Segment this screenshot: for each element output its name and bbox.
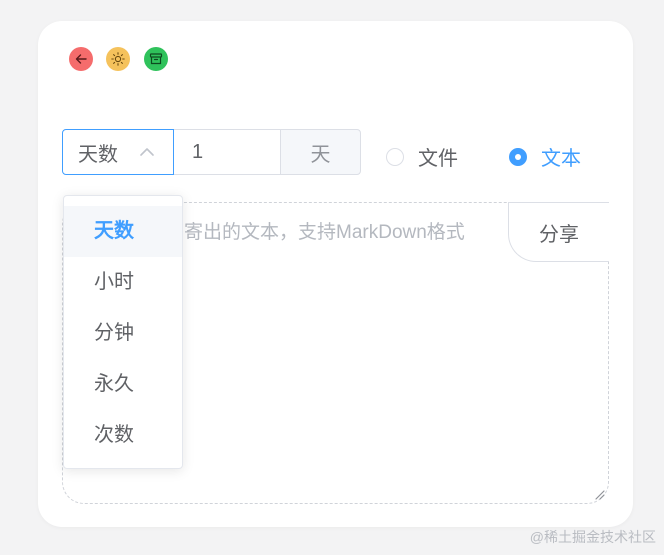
expiry-type-value: 天数 — [78, 143, 118, 166]
expiry-unit-label: 天 — [280, 129, 361, 175]
textarea-placeholder: 寄出的文本，支持MarkDown格式 — [184, 222, 465, 243]
radio-file-circle[interactable] — [386, 147, 404, 166]
expiry-unit-text: 天 — [310, 143, 331, 166]
arrow-left-icon — [75, 54, 87, 64]
expiry-amount-value: 1 — [192, 140, 204, 163]
dropdown-item-minutes[interactable]: 分钟 — [64, 308, 182, 359]
radio-text-label: 文本 — [541, 148, 581, 170]
chevron-up-icon — [140, 148, 154, 156]
archive-button[interactable] — [144, 47, 168, 71]
radio-text[interactable]: 文本 — [509, 142, 581, 171]
dropdown-item-days[interactable]: 天数 — [64, 206, 182, 257]
sun-icon — [111, 52, 125, 66]
resize-handle-icon[interactable] — [593, 488, 605, 500]
watermark: @稀土掘金技术社区 — [529, 529, 656, 545]
radio-file[interactable]: 文件 — [386, 142, 458, 171]
theme-toggle-button[interactable] — [106, 47, 130, 71]
share-button-label: 分享 — [539, 223, 579, 246]
radio-file-label: 文件 — [418, 148, 458, 170]
expiry-type-select[interactable]: 天数 — [62, 129, 174, 175]
dropdown-item-forever[interactable]: 永久 — [64, 359, 182, 410]
expiry-amount-input[interactable]: 1 — [174, 129, 281, 175]
archive-icon — [149, 53, 163, 65]
expiry-type-dropdown: 天数 小时 分钟 永久 次数 — [63, 195, 183, 469]
share-button[interactable]: 分享 — [508, 202, 609, 262]
dropdown-item-count[interactable]: 次数 — [64, 410, 182, 461]
dropdown-item-hours[interactable]: 小时 — [64, 257, 182, 308]
radio-text-circle[interactable] — [509, 147, 527, 166]
back-button[interactable] — [69, 47, 93, 71]
